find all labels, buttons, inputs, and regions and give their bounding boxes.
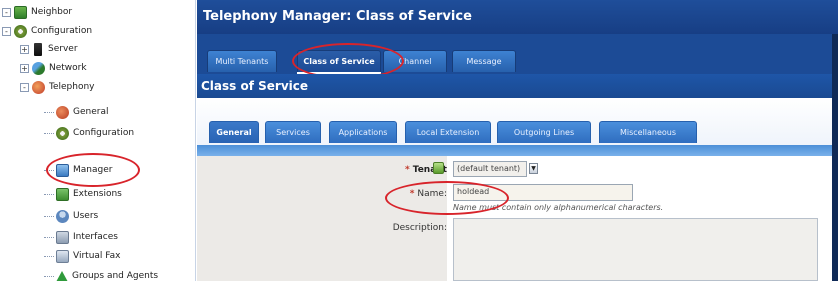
- tab-class-of-service[interactable]: Class of Service: [297, 50, 381, 72]
- name-label-row: * Name:: [410, 189, 447, 199]
- tree-item-label: Telephony: [49, 82, 95, 92]
- scrollbar[interactable]: [832, 34, 838, 281]
- tab-applications[interactable]: Applications: [329, 121, 397, 143]
- tree-item-label: Virtual Fax: [73, 251, 121, 261]
- tab-general[interactable]: General: [209, 121, 259, 143]
- tree-item-network[interactable]: + Network: [20, 60, 87, 76]
- tree-item-groups-and-agents[interactable]: Groups and Agents: [44, 268, 158, 281]
- server-icon: [34, 42, 42, 56]
- tab-miscellaneous[interactable]: Miscellaneous: [599, 121, 697, 143]
- tree-connector: [44, 236, 54, 238]
- tree-item-label: Configuration: [73, 128, 135, 138]
- page-icon: [14, 5, 27, 19]
- name-hint: Name must contain only alphanumerical ch…: [453, 203, 664, 212]
- section-title: Class of Service: [197, 74, 838, 98]
- expander-icon[interactable]: -: [2, 26, 11, 36]
- required-marker: *: [409, 189, 415, 199]
- users-icon: [56, 209, 69, 223]
- main-panel: Telephony Manager: Class of Service Mult…: [197, 0, 838, 281]
- expander-icon[interactable]: +: [20, 44, 29, 54]
- tree-item-extensions[interactable]: Extensions: [44, 186, 122, 202]
- phone-icon: [32, 80, 45, 94]
- tree-item-users[interactable]: Users: [44, 208, 98, 224]
- tree-item-configuration[interactable]: - Configuration: [2, 23, 92, 39]
- tree-connector: [44, 111, 54, 113]
- tab-message[interactable]: Message: [452, 50, 516, 72]
- manager-icon: [56, 163, 69, 177]
- tree-item-label: Extensions: [73, 189, 122, 199]
- top-tab-strip: Multi Tenants Class of Service Channel M…: [197, 34, 838, 74]
- expander-icon[interactable]: +: [20, 63, 29, 73]
- tab-local-extension[interactable]: Local Extension: [405, 121, 491, 143]
- tree-item-server[interactable]: + Server: [20, 41, 78, 57]
- tree-connector: [44, 275, 54, 277]
- interfaces-icon: [56, 230, 69, 244]
- tree-item-label: General: [73, 107, 109, 117]
- class-of-service-form: * Tenant (default tenant) ▼ * Name: holdea…: [197, 156, 838, 281]
- tree-item-interfaces[interactable]: Interfaces: [44, 229, 118, 245]
- tree-item-label: Manager: [73, 165, 113, 175]
- tree-item-neighbor[interactable]: - Neighbor: [2, 4, 72, 20]
- expander-icon[interactable]: -: [20, 82, 29, 92]
- tab-channel[interactable]: Channel: [383, 50, 447, 72]
- name-label: Name:: [417, 189, 447, 199]
- tab-multi-tenants[interactable]: Multi Tenants: [207, 50, 277, 72]
- tree-item-label: Network: [49, 63, 87, 73]
- tree-item-configuration-sub[interactable]: Configuration: [44, 125, 134, 141]
- gear-icon: [14, 24, 27, 38]
- tree-item-label: Groups and Agents: [72, 271, 159, 281]
- tree-item-label: Neighbor: [31, 7, 73, 17]
- tree-item-label: Interfaces: [73, 232, 118, 242]
- section-divider: [197, 145, 838, 156]
- sub-tab-strip: General Services Applications Local Exte…: [197, 98, 838, 148]
- gear-icon: [56, 126, 69, 140]
- name-input[interactable]: holdead: [453, 184, 633, 201]
- tree-item-label: Users: [73, 211, 99, 221]
- tree-connector: [44, 193, 54, 195]
- general-icon: [56, 105, 69, 119]
- tree-item-virtual-fax[interactable]: Virtual Fax: [44, 248, 120, 264]
- virtual-fax-icon: [56, 249, 69, 263]
- tree-item-label: Server: [48, 44, 78, 54]
- description-label: Description:: [392, 223, 447, 233]
- description-textarea[interactable]: [453, 218, 818, 281]
- tree-connector: [44, 255, 54, 257]
- tab-services[interactable]: Services: [265, 121, 321, 143]
- tree-item-manager[interactable]: Manager: [44, 162, 112, 178]
- expander-icon[interactable]: -: [2, 7, 11, 17]
- tree-item-telephony[interactable]: - Telephony: [20, 79, 95, 95]
- navigation-tree: - Neighbor - Configuration + Server + Ne…: [0, 0, 196, 281]
- tree-item-general[interactable]: General: [44, 104, 108, 120]
- extensions-icon: [56, 187, 69, 201]
- tree-item-label: Configuration: [31, 26, 93, 36]
- warning-icon: [56, 270, 68, 281]
- required-marker: *: [405, 165, 410, 175]
- tree-connector: [44, 169, 54, 171]
- tree-connector: [44, 132, 54, 134]
- help-icon[interactable]: [433, 162, 444, 174]
- tree-connector: [44, 215, 54, 217]
- page-title: Telephony Manager: Class of Service: [197, 0, 838, 34]
- chevron-down-icon[interactable]: ▼: [529, 163, 538, 174]
- tenant-select[interactable]: (default tenant): [453, 161, 527, 177]
- tab-outgoing-lines[interactable]: Outgoing Lines: [497, 121, 591, 143]
- network-icon: [32, 61, 45, 75]
